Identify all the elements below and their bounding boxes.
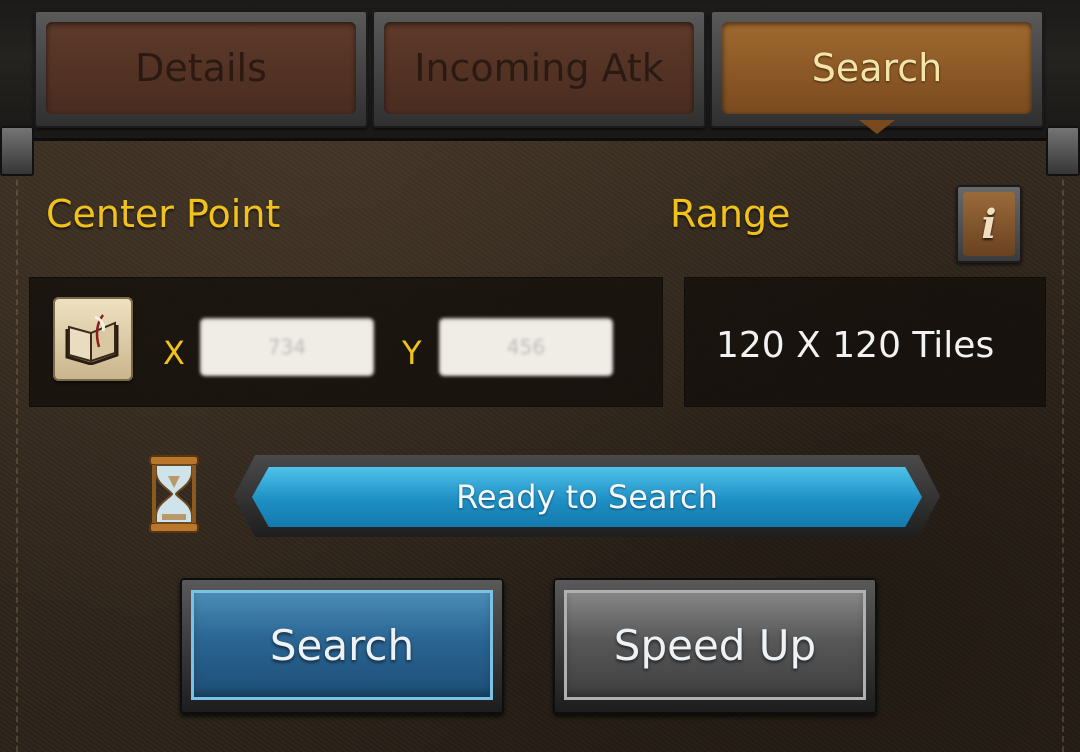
search-status-text: Ready to Search (456, 478, 718, 516)
range-label: Range (670, 192, 791, 236)
speed-up-button[interactable]: Speed Up (553, 578, 877, 714)
active-tab-indicator (859, 120, 895, 134)
search-button[interactable]: Search (180, 578, 504, 714)
center-point-label: Center Point (46, 192, 281, 236)
book-icon (65, 314, 119, 365)
hourglass-icon (149, 455, 199, 533)
info-icon: i (963, 192, 1015, 256)
y-label: Y (402, 334, 422, 372)
stitch-right (1062, 150, 1064, 752)
y-coordinate-input[interactable] (439, 318, 613, 376)
bookmark-button[interactable] (53, 297, 133, 381)
tab-details[interactable]: Details (34, 10, 368, 128)
speed-up-button-label: Speed Up (564, 590, 866, 700)
stitch-left (16, 150, 18, 752)
tab-incoming-atk[interactable]: Incoming Atk (372, 10, 706, 128)
search-status-bar: Ready to Search (252, 467, 922, 527)
info-button[interactable]: i (956, 185, 1022, 263)
tab-search-label: Search (722, 22, 1032, 114)
frame-rivet-left (0, 126, 34, 176)
tab-details-label: Details (46, 22, 356, 114)
x-coordinate-input[interactable] (200, 318, 374, 376)
tab-incoming-atk-label: Incoming Atk (384, 22, 694, 114)
search-button-label: Search (191, 590, 493, 700)
range-value: 120 X 120 Tiles (716, 325, 995, 366)
frame-rivet-right (1046, 126, 1080, 176)
x-label: X (163, 334, 185, 372)
tab-search[interactable]: Search (710, 10, 1044, 134)
